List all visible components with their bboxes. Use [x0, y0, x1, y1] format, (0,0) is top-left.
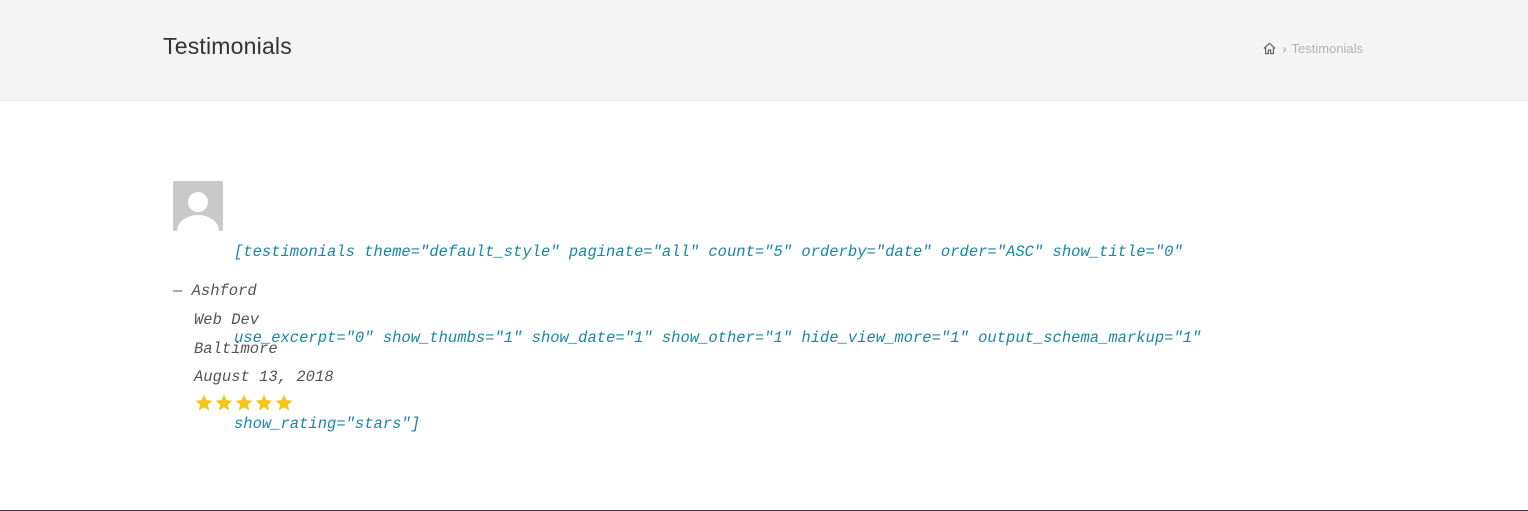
star-icon: [215, 394, 233, 411]
page-header: Testimonials › Testimonials: [0, 0, 1528, 101]
breadcrumb-separator: ›: [1282, 41, 1287, 56]
testimonial-meta: — Ashford Web Dev Baltimore August 13, 2…: [173, 277, 334, 392]
page-title: Testimonials: [163, 33, 292, 59]
breadcrumb-current: Testimonials: [1291, 41, 1363, 56]
content-line-2: use_excerpt="0" show_thumbs="1" show_dat…: [234, 328, 1202, 347]
content-line-1: [testimonials theme="default_style" pagi…: [234, 242, 1183, 261]
avatar: [173, 181, 223, 231]
testimonial-date: August 13, 2018: [194, 368, 334, 387]
star-rating: [194, 393, 294, 413]
content-line-3: show_rating="stars"]: [234, 415, 421, 434]
testimonial-author: — Ashford: [173, 282, 257, 300]
star-icon: [235, 394, 253, 411]
home-icon[interactable]: [1262, 41, 1277, 56]
star-icon: [195, 394, 213, 411]
star-icon: [255, 394, 273, 411]
testimonial-content: [testimonials theme="default_style" pagi…: [234, 180, 1274, 497]
star-icon: [275, 394, 293, 411]
testimonial-job-title: Web Dev: [194, 310, 260, 329]
breadcrumb: › Testimonials: [1262, 41, 1363, 56]
default-user-avatar-icon: [173, 181, 223, 231]
testimonial-location: Baltimore: [194, 339, 278, 358]
